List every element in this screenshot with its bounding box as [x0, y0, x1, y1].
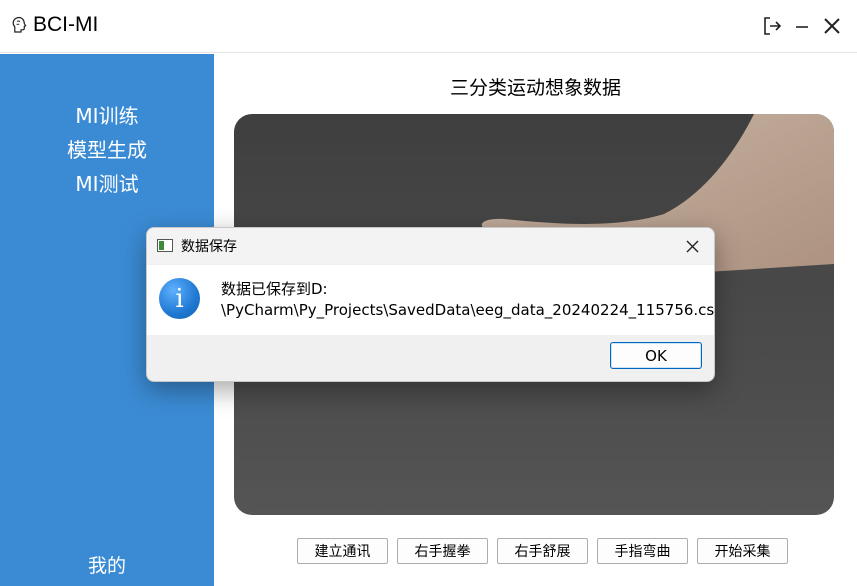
info-icon: i: [159, 278, 200, 319]
close-icon: [686, 240, 698, 252]
page-title: 三分类运动想象数据: [449, 77, 621, 99]
sidebar-item-mi-training[interactable]: MI训练: [0, 100, 214, 129]
title-bar: BCI-MI: [0, 0, 857, 53]
dialog-message: 数据已保存到D: \PyCharm\Py_Projects\SavedData\…: [221, 279, 715, 321]
message-line-2: \PyCharm\Py_Projects\SavedData\eeg_data_…: [221, 301, 715, 319]
sidebar-item-model-generation[interactable]: 模型生成: [0, 134, 214, 163]
close-button[interactable]: [819, 13, 845, 39]
sidebar-item-mi-test[interactable]: MI测试: [0, 168, 214, 197]
dialog-body: i 数据已保存到D: \PyCharm\Py_Projects\SavedDat…: [147, 265, 714, 335]
app-title: BCI-MI: [33, 13, 99, 36]
logout-button[interactable]: [759, 13, 785, 39]
establish-connection-button[interactable]: 建立通讯: [297, 538, 388, 564]
ok-button[interactable]: OK: [610, 342, 702, 369]
start-collection-button[interactable]: 开始采集: [697, 538, 788, 564]
close-icon: [824, 18, 840, 34]
finger-bend-button[interactable]: 手指弯曲: [597, 538, 688, 564]
minimize-icon: [796, 26, 808, 28]
brain-head-icon: [12, 16, 27, 33]
right-hand-open-button[interactable]: 右手舒展: [497, 538, 588, 564]
sidebar-item-mine[interactable]: 我的: [0, 551, 214, 578]
window-icon: [157, 239, 173, 252]
dialog-close-button[interactable]: [682, 236, 702, 256]
right-fist-button[interactable]: 右手握拳: [397, 538, 488, 564]
minimize-button[interactable]: [789, 13, 815, 39]
dialog-title-bar: 数据保存: [147, 228, 714, 264]
save-dialog: 数据保存 i 数据已保存到D: \PyCharm\Py_Projects\Sav…: [146, 227, 715, 382]
logout-icon: [764, 17, 782, 35]
dialog-title: 数据保存: [181, 239, 237, 255]
message-line-1: 数据已保存到D:: [221, 280, 328, 298]
